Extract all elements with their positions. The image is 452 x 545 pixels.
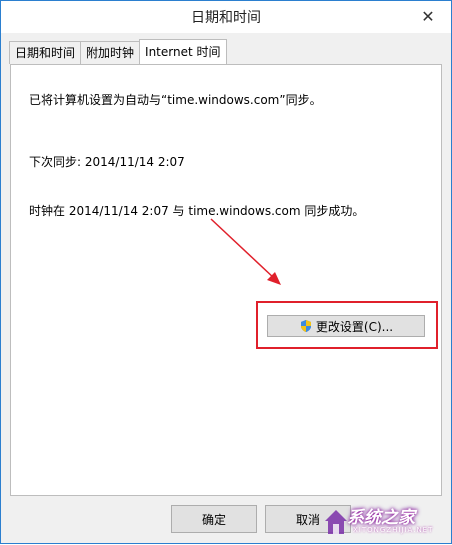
- watermark-text: 系统之家: [347, 508, 415, 528]
- watermark-subtext: XITONGZHIJIA.NET: [353, 526, 434, 534]
- change-settings-label: 更改设置(C)...: [315, 319, 394, 334]
- date-time-dialog: 日期和时间 ✕ 日期和时间 附加时钟 Internet 时间 已将计算机设置为自…: [0, 0, 452, 544]
- tab-internet-time[interactable]: Internet 时间: [139, 39, 227, 64]
- tab-additional-clocks[interactable]: 附加时钟: [80, 41, 141, 64]
- close-icon: ✕: [421, 6, 435, 26]
- internet-time-panel: 已将计算机设置为自动与“time.windows.com”同步。 下次同步: 2…: [10, 64, 442, 496]
- tab-strip: 日期和时间 附加时钟 Internet 时间: [9, 39, 227, 65]
- window-title: 日期和时间: [191, 10, 261, 26]
- house-icon: [325, 510, 347, 534]
- uac-shield-icon: [300, 320, 311, 332]
- ok-button[interactable]: 确定: [171, 505, 257, 533]
- watermark-logo: 系统之家 XITONGZHIJIA.NET: [323, 499, 452, 545]
- close-button[interactable]: ✕: [413, 3, 443, 29]
- last-sync-text: 时钟在 2014/11/14 2:07 与 time.windows.com 同…: [29, 204, 365, 218]
- title-bar: 日期和时间 ✕: [1, 1, 451, 33]
- tab-date-time[interactable]: 日期和时间: [9, 41, 82, 64]
- next-sync-text: 下次同步: 2014/11/14 2:07: [29, 155, 185, 169]
- sync-status-text: 已将计算机设置为自动与“time.windows.com”同步。: [29, 93, 322, 107]
- change-settings-button[interactable]: 更改设置(C)...: [267, 315, 425, 337]
